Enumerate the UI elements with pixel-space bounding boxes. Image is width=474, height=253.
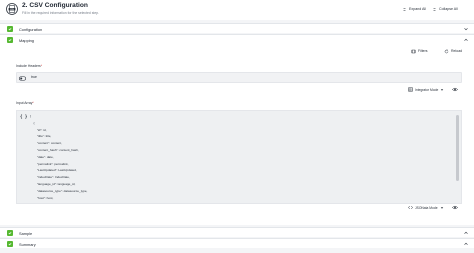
code-line: "IndexDate": IndexDate,: [30, 175, 70, 180]
check-icon: [8, 242, 12, 246]
jsonata-mode-select[interactable]: JSONata Mode: [408, 205, 444, 210]
filters-button[interactable]: Filters: [411, 48, 428, 54]
expand-all-button[interactable]: Expand All: [402, 6, 426, 12]
section-summary[interactable]: Summary: [0, 238, 474, 248]
include-headers-value: true: [31, 74, 37, 79]
input-array-editor[interactable]: { } [ { "id": id, "title": title, "conte…: [16, 110, 462, 204]
section-label: Configuration: [19, 26, 43, 32]
code-line: "language_id": language_id,: [30, 182, 76, 186]
code-line: "id": id,: [30, 127, 47, 132]
code-line: "date": date,: [30, 154, 54, 159]
page-subtitle: Fill in the required information for the…: [22, 11, 100, 15]
chevron-up-icon[interactable]: [463, 241, 469, 247]
chevron-down-icon: [441, 88, 444, 91]
section-label: Mapping: [19, 37, 34, 43]
include-headers-field[interactable]: true: [16, 72, 462, 83]
editor-scrollbar[interactable]: [456, 115, 459, 181]
mode-label: JSONata Mode: [415, 205, 438, 210]
mapping-mode-icon: [408, 87, 413, 92]
collapse-all-button[interactable]: Collapse All: [432, 6, 458, 12]
mapping-mode-icon: [408, 205, 413, 210]
code-line: "permalink": permalink,: [30, 161, 69, 166]
code-line: "content": content,: [30, 141, 62, 146]
collapse-icon: [433, 7, 436, 11]
filters-label: Filters: [418, 49, 428, 53]
reload-label: Reload: [451, 49, 463, 53]
code-line: [: [30, 114, 31, 118]
code-line: {: [30, 120, 35, 125]
include-headers-label: Include Headers*: [16, 64, 43, 68]
input-array-label: Input Array*: [16, 101, 34, 105]
code-line: "host": host,: [30, 195, 54, 200]
section-label: Summary: [19, 241, 36, 247]
chevron-down-icon: [440, 206, 443, 209]
step-complete-badge: [7, 230, 13, 236]
code-line: "title": title,: [30, 134, 52, 139]
code-line: "datasource_type": datasource_type,: [30, 188, 88, 193]
chevron-down-icon[interactable]: [463, 26, 469, 32]
expand-all-label: Expand All: [409, 7, 426, 11]
step-complete-badge: [7, 241, 13, 247]
eye-icon[interactable]: [452, 205, 458, 210]
csv-step-icon: CSV: [6, 3, 18, 15]
section-configuration[interactable]: Configuration: [0, 23, 474, 33]
step-header: CSV 2. CSV Configuration Fill in the req…: [0, 0, 474, 20]
check-icon: [8, 231, 12, 235]
reload-button[interactable]: Reload: [444, 48, 462, 54]
section-label: Sample: [19, 230, 33, 236]
eye-icon[interactable]: [452, 87, 458, 92]
check-icon: [8, 27, 12, 31]
code-line: "content_hash": content_hash,: [30, 148, 79, 152]
integrator-mode-select[interactable]: Integrator Mode: [408, 87, 444, 92]
code-line: "LastUpdated": LastUpdated,: [30, 168, 77, 173]
collapse-all-label: Collapse All: [439, 7, 458, 11]
toggle-icon[interactable]: [19, 76, 26, 81]
code-braces-icon: { }: [20, 114, 28, 119]
page-title: 2. CSV Configuration: [22, 2, 88, 9]
filter-icon: [411, 49, 416, 53]
expand-icon: [403, 7, 406, 11]
chevron-up-icon[interactable]: [463, 230, 469, 236]
mode-label: Integrator Mode: [415, 87, 439, 92]
reload-icon: [444, 48, 449, 53]
check-icon: [8, 38, 12, 42]
code-content[interactable]: [ { "id": id, "title": title, "content":…: [30, 114, 455, 201]
step-complete-badge: [7, 26, 13, 32]
required-asterisk: *: [32, 101, 34, 105]
section-sample[interactable]: Sample: [0, 227, 474, 237]
required-asterisk: *: [40, 64, 43, 68]
